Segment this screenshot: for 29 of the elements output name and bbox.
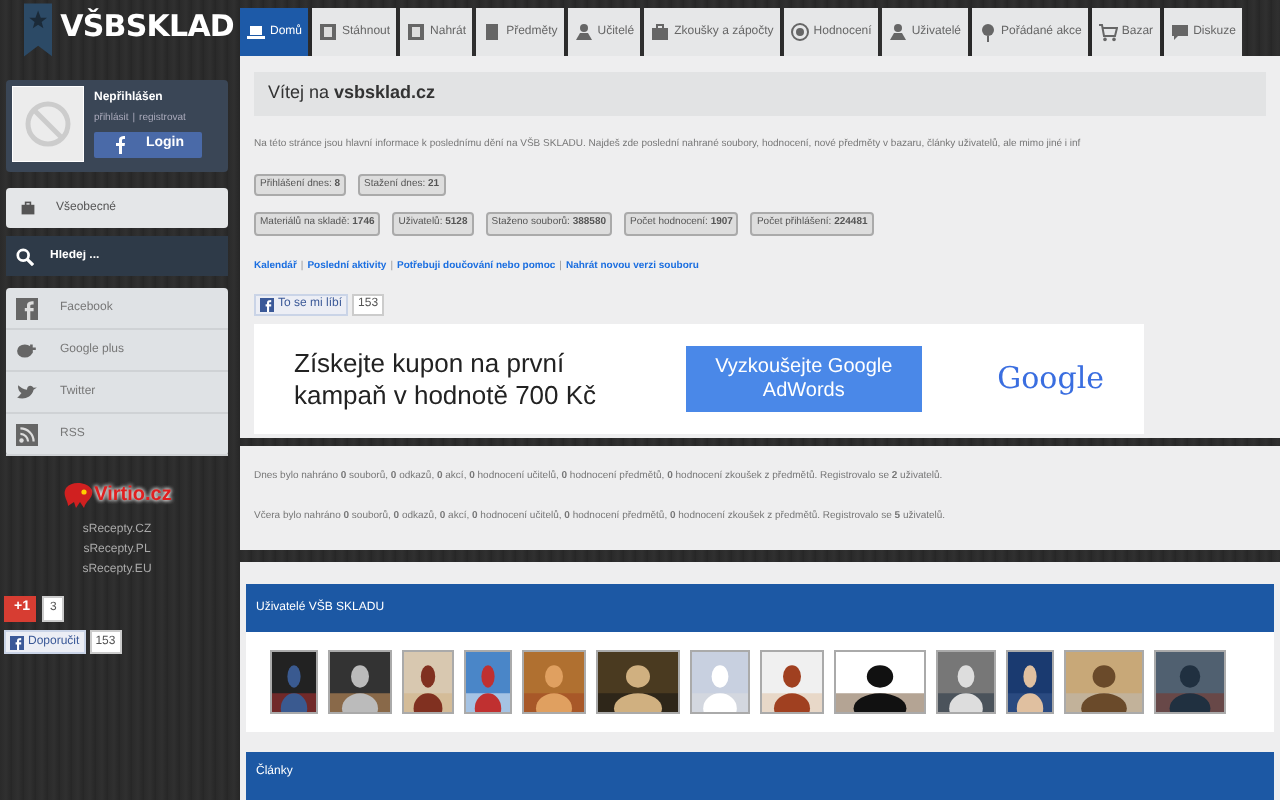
bird-icon: [16, 381, 38, 403]
google-logo: Google: [997, 358, 1104, 401]
person-icon: [887, 22, 908, 42]
laptop-icon: [246, 22, 266, 42]
site-logo: VŠBSKLAD: [60, 12, 234, 42]
google-plus-icon: [16, 339, 38, 361]
person-icon: [573, 22, 594, 42]
cart-icon: [1097, 22, 1118, 42]
target-icon: [789, 22, 810, 42]
briefcase-icon: [650, 22, 671, 42]
film-icon: [406, 22, 427, 42]
facebook-icon: [260, 298, 274, 312]
facebook-icon: [115, 135, 126, 153]
ribbon-icon: [24, 0, 53, 60]
ad-text: Získejte kupon na první kampaň v hodnotě 700 Kč: [294, 347, 599, 411]
no-avatar-icon: [12, 86, 84, 162]
chat-icon: [1169, 22, 1190, 42]
briefcase-icon: [20, 200, 36, 216]
rss-icon: [16, 423, 38, 445]
balloon-icon: [977, 22, 997, 42]
facebook-icon: [10, 635, 24, 649]
film-icon: [318, 22, 339, 42]
logo-text: Virtio.cz: [94, 482, 172, 510]
book-icon: [482, 22, 503, 42]
ad-button[interactable]: Vyzkoušejte Google AdWords: [686, 346, 922, 412]
search-icon: [16, 247, 34, 265]
blob-icon: [62, 481, 95, 509]
facebook-icon: [16, 297, 38, 319]
welcome-title: Vítej na vsbsklad.cz: [268, 80, 436, 107]
